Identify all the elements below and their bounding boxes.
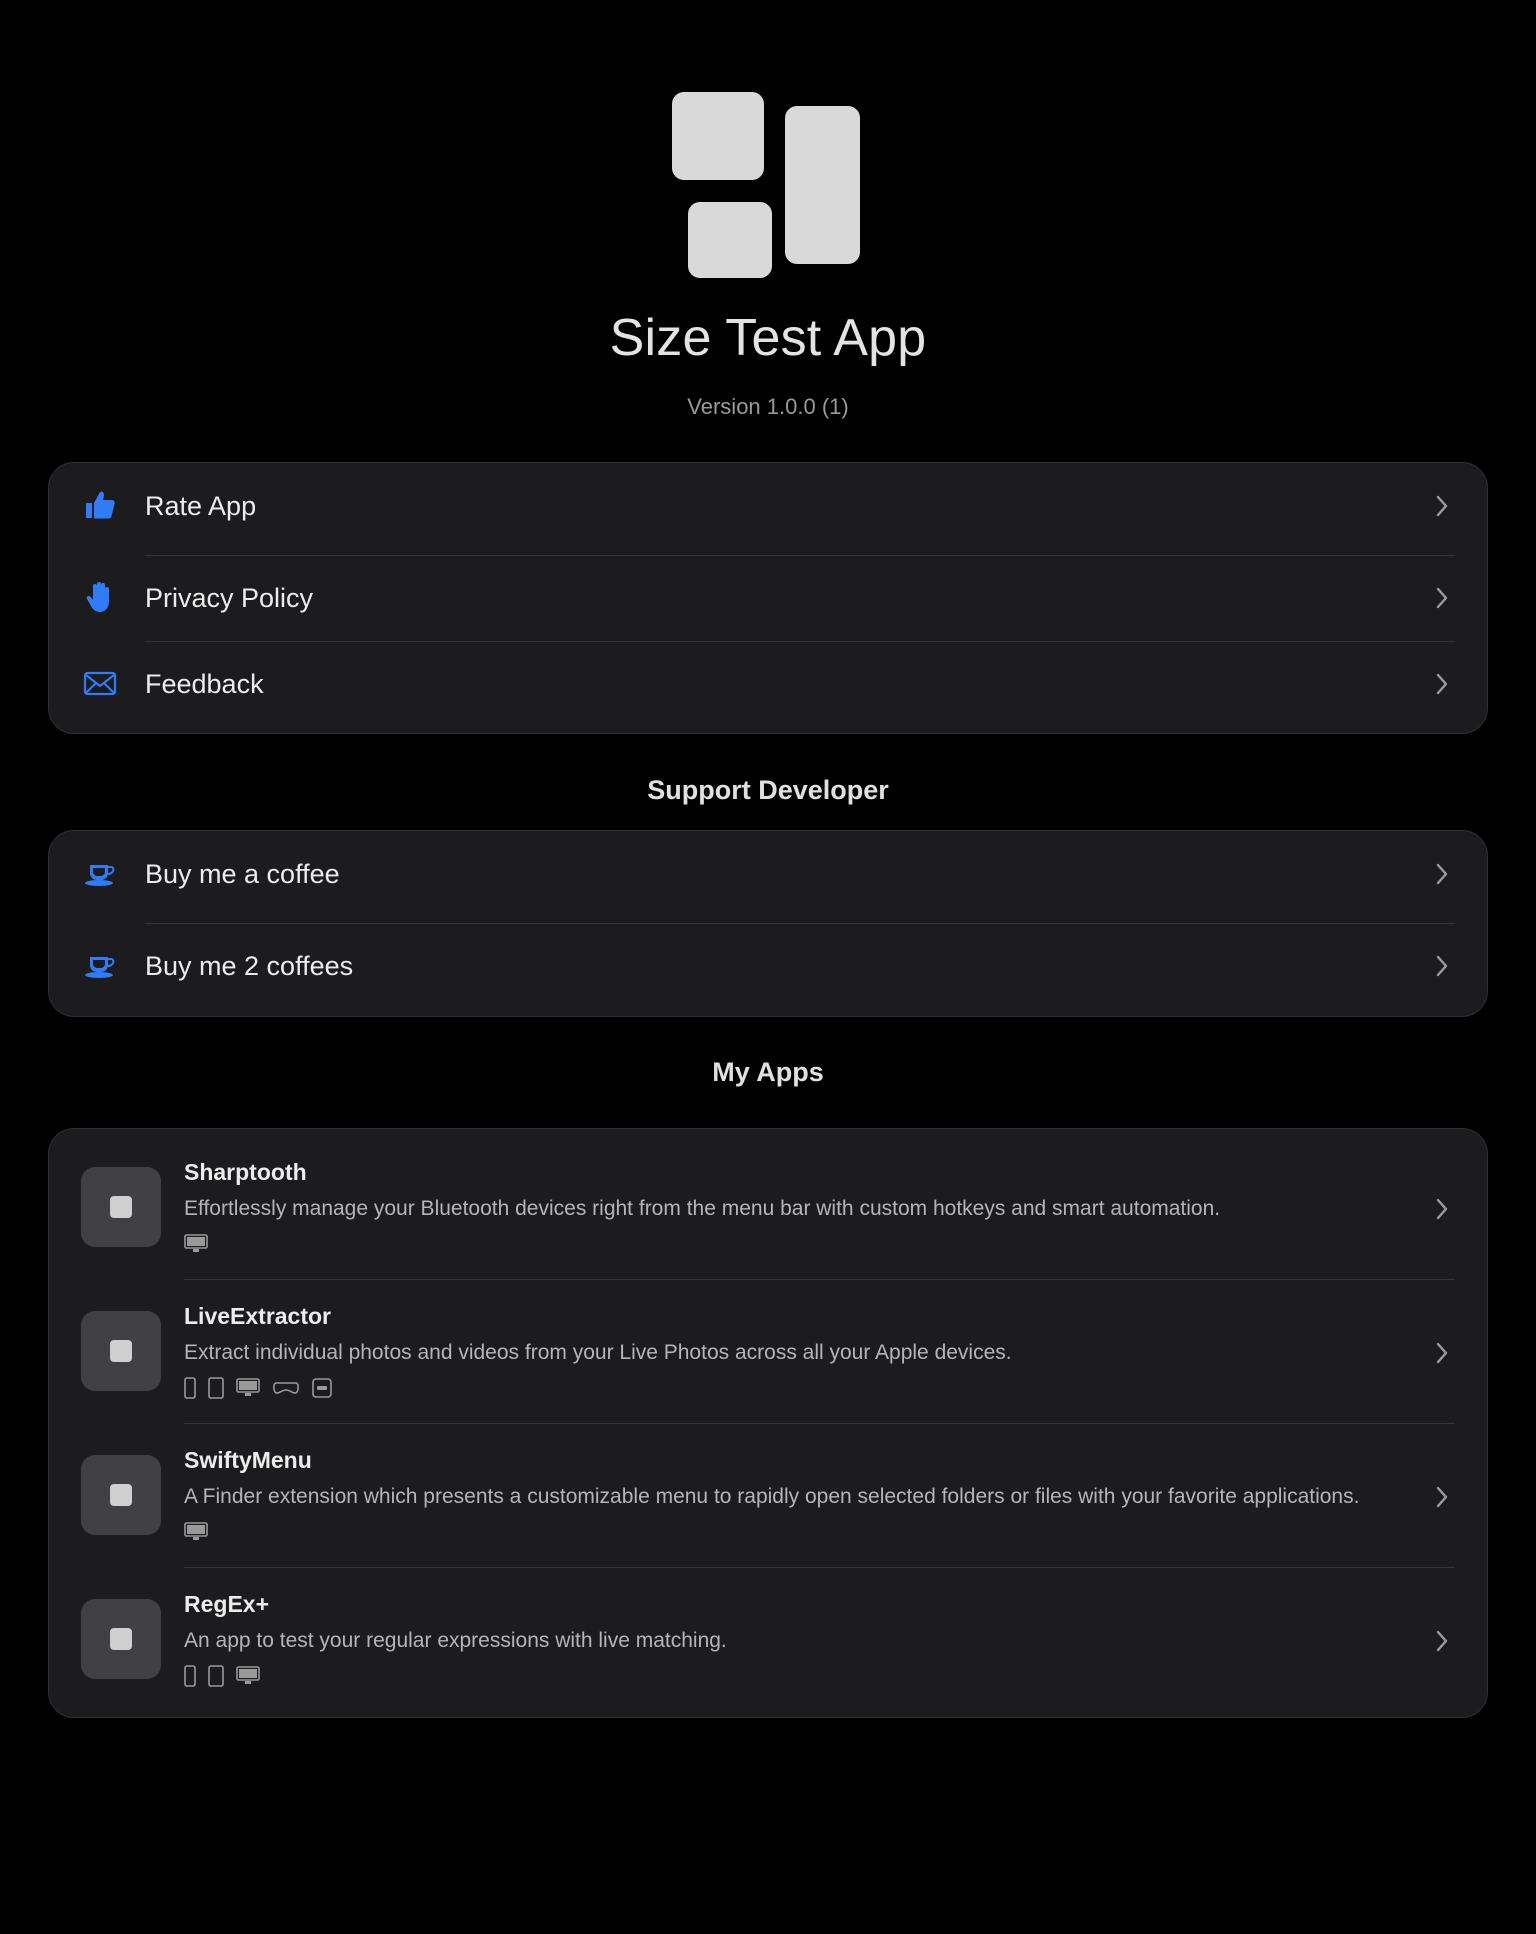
- platform-icons: [184, 1233, 208, 1255]
- rate-app-label: Rate App: [145, 491, 257, 521]
- support-card: Buy me a coffee Buy me 2 coffees: [48, 830, 1488, 1017]
- app-row-swiftymenu[interactable]: SwiftyMenu A Finder extension which pres…: [49, 1417, 1487, 1561]
- iphone-icon: [184, 1377, 196, 1399]
- app-tiles-icon: [672, 92, 860, 278]
- privacy-policy-row[interactable]: Privacy Policy: [49, 555, 1487, 641]
- app-thumbnail: [81, 1599, 161, 1679]
- chevron-right-icon: [1436, 1630, 1448, 1652]
- app-name: Sharptooth: [184, 1159, 307, 1185]
- ipad-icon: [208, 1665, 224, 1687]
- app-thumbnail: [81, 1167, 161, 1247]
- chevron-right-icon: [1436, 1342, 1448, 1364]
- app-description: Extract individual photos and videos fro…: [184, 1341, 1012, 1364]
- chevron-right-icon: [1436, 863, 1448, 885]
- chevron-right-icon: [1436, 495, 1448, 517]
- about-page: Size Test App Version 1.0.0 (1) Rate App…: [0, 0, 1536, 1934]
- buy-two-coffees-label: Buy me 2 coffees: [145, 951, 354, 981]
- main-menu-card: Rate App Privacy Policy Feedback: [48, 462, 1488, 734]
- mac-icon: [236, 1378, 260, 1396]
- coffee-cup-icon: [85, 957, 115, 978]
- app-name: SwiftyMenu: [184, 1447, 312, 1473]
- buy-two-coffees-row[interactable]: Buy me 2 coffees: [49, 923, 1487, 1009]
- rate-app-row[interactable]: Rate App: [49, 463, 1487, 549]
- buy-coffee-row[interactable]: Buy me a coffee: [49, 831, 1487, 917]
- app-row-regex-plus[interactable]: RegEx+ An app to test your regular expre…: [49, 1561, 1487, 1705]
- app-row-sharptooth[interactable]: Sharptooth Effortlessly manage your Blue…: [49, 1129, 1487, 1273]
- app-title: Size Test App: [609, 309, 927, 367]
- buy-coffee-label: Buy me a coffee: [145, 859, 340, 889]
- mac-icon: [184, 1522, 208, 1540]
- app-description: An app to test your regular expressions …: [184, 1629, 727, 1652]
- chevron-right-icon: [1436, 955, 1448, 977]
- privacy-policy-label: Privacy Policy: [145, 583, 314, 613]
- chevron-right-icon: [1436, 1486, 1448, 1508]
- thumbs-up-icon: [86, 491, 115, 519]
- raised-hand-icon: [86, 582, 109, 612]
- envelope-icon: [83, 671, 117, 696]
- coffee-cup-icon: [85, 865, 115, 886]
- feedback-row[interactable]: Feedback: [49, 641, 1487, 727]
- chevron-right-icon: [1436, 673, 1448, 695]
- app-description: A Finder extension which presents a cust…: [184, 1485, 1360, 1508]
- ipad-icon: [208, 1377, 224, 1399]
- app-thumbnail: [81, 1311, 161, 1391]
- chevron-right-icon: [1436, 1198, 1448, 1220]
- platform-icons: [184, 1665, 260, 1687]
- platform-icons: [184, 1521, 208, 1543]
- app-name: RegEx+: [184, 1591, 270, 1617]
- apple-tv-icon: [312, 1378, 332, 1398]
- platform-icons: [184, 1377, 332, 1399]
- my-apps-card: Sharptooth Effortlessly manage your Blue…: [48, 1128, 1488, 1718]
- app-description: Effortlessly manage your Bluetooth devic…: [184, 1197, 1221, 1220]
- mac-icon: [236, 1666, 260, 1684]
- app-thumbnail: [81, 1455, 161, 1535]
- mac-icon: [184, 1234, 208, 1252]
- feedback-label: Feedback: [145, 669, 264, 699]
- chevron-right-icon: [1436, 587, 1448, 609]
- iphone-icon: [184, 1665, 196, 1687]
- app-version: Version 1.0.0 (1): [687, 394, 849, 419]
- app-row-liveextractor[interactable]: LiveExtractor Extract individual photos …: [49, 1273, 1487, 1417]
- my-apps-section-title: My Apps: [712, 1057, 824, 1087]
- support-section-title: Support Developer: [647, 775, 889, 805]
- vision-headset-icon: [273, 1382, 299, 1394]
- app-name: LiveExtractor: [184, 1303, 332, 1329]
